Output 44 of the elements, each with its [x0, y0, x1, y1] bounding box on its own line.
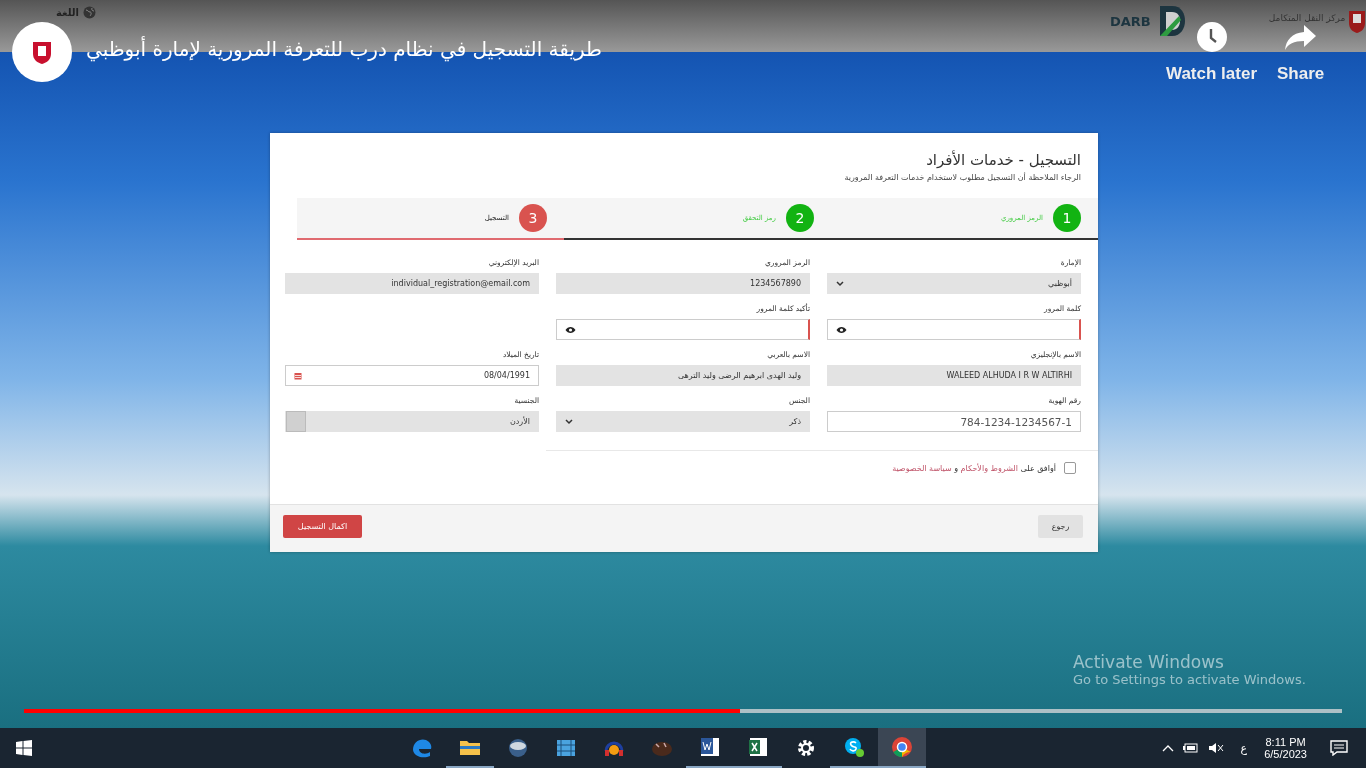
input-language[interactable]: ع — [1240, 741, 1248, 755]
clock-date[interactable]: 6/5/2023 — [1264, 748, 1307, 760]
emblem-icon — [31, 39, 53, 65]
share-button[interactable]: Share — [1277, 64, 1325, 84]
complete-registration-button[interactable]: اكمال التسجيل — [283, 515, 362, 538]
emblem-arabic-text: مركز النقل المتكامل — [1268, 13, 1346, 23]
terms-link[interactable]: الشروط والأحكام — [960, 463, 1018, 473]
step-number: 1 — [1053, 204, 1081, 232]
back-button[interactable]: رجوع — [1038, 515, 1083, 538]
eye-icon[interactable] — [836, 325, 847, 334]
globe-icon — [506, 736, 530, 760]
muted-speaker-icon[interactable] — [1207, 742, 1224, 754]
activation-title: Activate Windows — [1073, 652, 1225, 672]
form-title: التسجيل - خدمات الأفراد — [925, 151, 1081, 169]
clock-icon[interactable] — [1195, 21, 1228, 53]
form-subtitle: الرجاء الملاحظة أن التسجيل مطلوب لاستخدام خدمات التعرفة المرورية — [843, 173, 1081, 182]
brand-name: DARB — [1110, 13, 1151, 29]
password-field[interactable] — [827, 319, 1081, 340]
password-field[interactable] — [556, 319, 810, 340]
battery-icon[interactable] — [1182, 743, 1199, 753]
chevron-up-icon[interactable] — [1161, 744, 1174, 752]
activation-subtitle: Go to Settings to activate Windows. — [1073, 672, 1306, 687]
step-number: 3 — [519, 204, 547, 232]
privacy-link[interactable]: سياسة الخصوصية — [892, 463, 952, 473]
agree-checkbox[interactable] — [1064, 462, 1076, 474]
windows-start-icon[interactable] — [16, 740, 32, 756]
agreement-text: أوافق على الشروط والأحكام و سياسة الخصوصية — [892, 463, 1056, 473]
progress-track[interactable] — [24, 709, 1342, 713]
word-icon — [698, 735, 722, 759]
share-icon[interactable] — [1283, 23, 1318, 51]
globe-icon — [83, 6, 96, 19]
chrome-icon — [890, 735, 914, 759]
caret-icon — [565, 418, 573, 425]
calendar-icon[interactable] — [294, 371, 302, 380]
skype-icon — [842, 735, 866, 759]
input-field[interactable]: 784-1234-1234567-1 — [827, 411, 1081, 432]
caret-icon — [836, 280, 844, 287]
excel-icon — [746, 735, 770, 759]
date-field[interactable]: 08/04/1991 — [285, 365, 539, 386]
clock-time[interactable]: 8:11 PM — [1265, 736, 1306, 748]
step-number: 2 — [786, 204, 814, 232]
watch-later-button[interactable]: Watch later — [1166, 64, 1257, 84]
notifications-icon[interactable] — [1330, 740, 1348, 756]
eye-icon[interactable] — [565, 325, 576, 334]
